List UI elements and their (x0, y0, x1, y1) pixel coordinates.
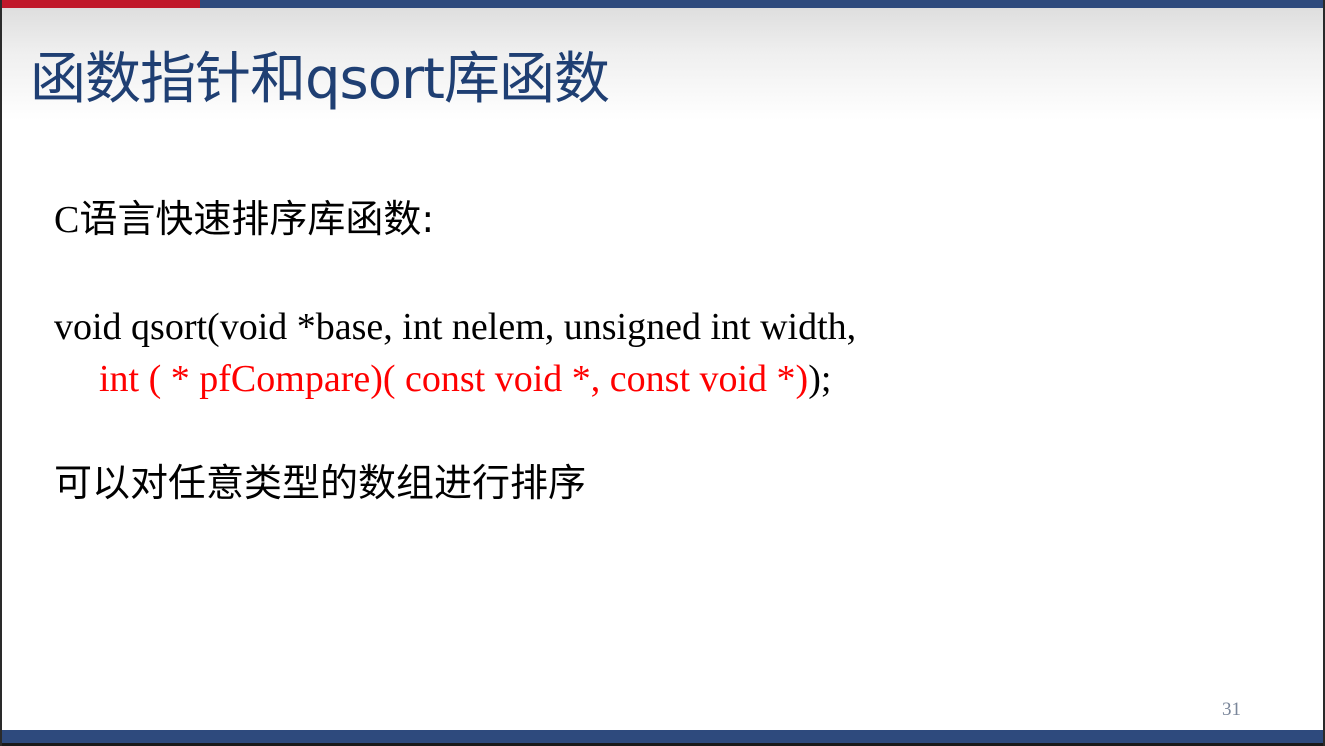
slide-title: 函数指针和qsort库函数 (30, 47, 610, 112)
code-line-2: int ( * pfCompare)( const void *, const … (99, 360, 831, 398)
slide: 函数指针和qsort库函数 C语言快速排序库函数: void qsort(voi… (0, 0, 1325, 746)
section-heading: C语言快速排序库函数: (54, 200, 434, 239)
heading-latin: C (54, 199, 80, 241)
top-bar-accent (2, 0, 200, 8)
heading-cn: 语言快速排序库函数: (79, 197, 435, 241)
code-highlight: int ( * pfCompare)( const void *, const … (99, 358, 809, 400)
code-line-1: void qsort(void *base, int nelem, unsign… (54, 306, 857, 348)
top-bar (2, 0, 1323, 8)
code-line-2-end: ); (808, 358, 832, 400)
page-number: 31 (1222, 699, 1241, 720)
description: 可以对任意类型的数组进行排序 (54, 461, 587, 505)
